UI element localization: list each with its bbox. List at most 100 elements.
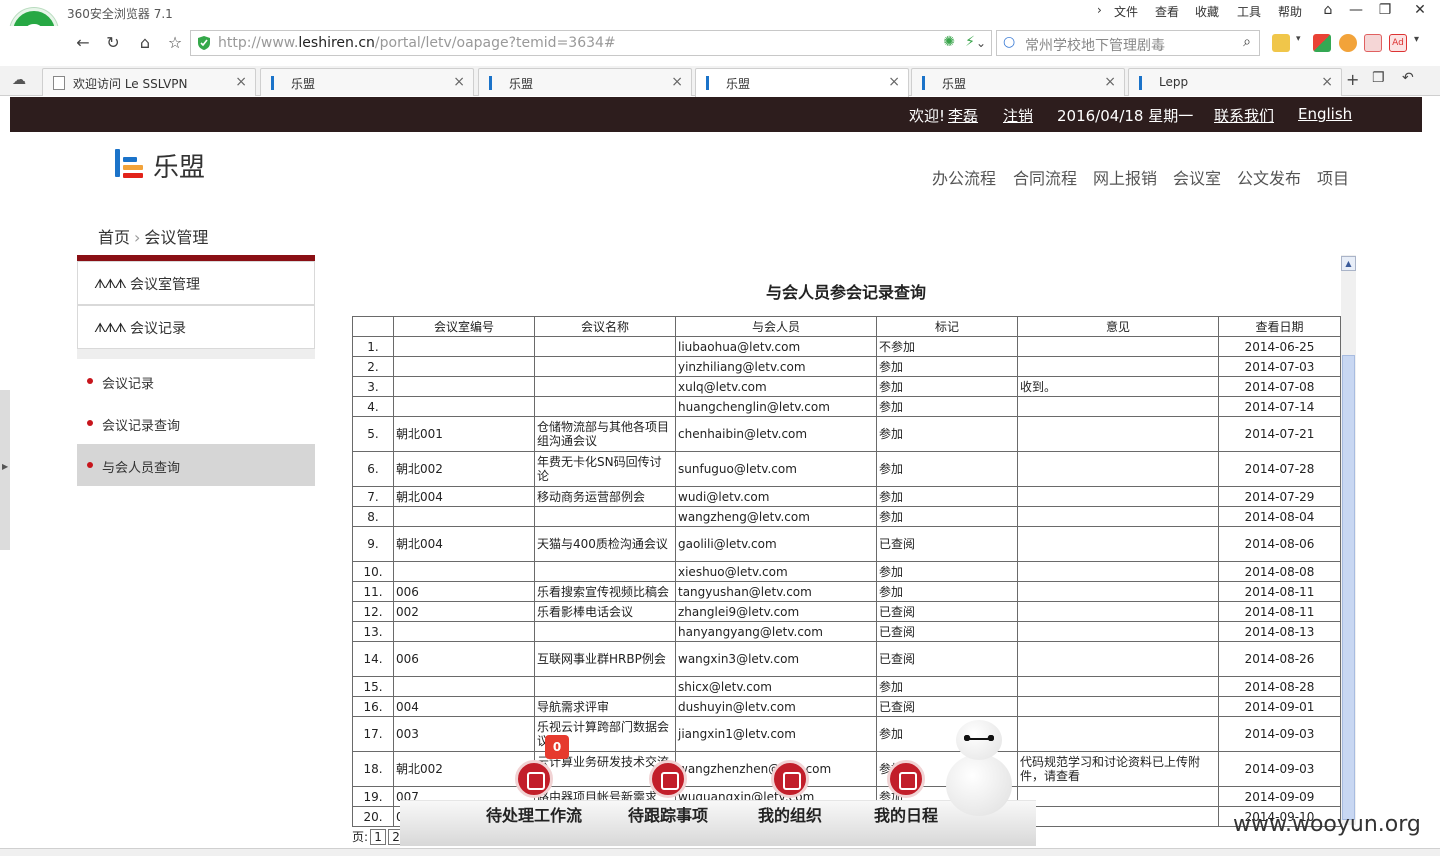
quick-access-label: 待处理工作流 — [485, 806, 582, 825]
mascot-robot[interactable] — [946, 720, 1012, 816]
tab-lemeng-2[interactable]: 乐盟 × — [478, 68, 692, 96]
cell-comment — [1017, 506, 1219, 527]
menu-favorites[interactable]: 收藏 — [1195, 3, 1219, 20]
cell-room-number — [393, 336, 535, 357]
user-link[interactable]: 李磊 — [948, 105, 978, 126]
search-input[interactable]: ○ 常州学校地下管理剧毒 ⌕ — [996, 30, 1260, 56]
cell-attendance-mark: 参加 — [876, 506, 1018, 527]
back-arrow-icon[interactable]: ← — [72, 32, 94, 54]
extension-target-icon[interactable] — [1364, 34, 1382, 52]
cell-view-date: 2014-09-03 — [1218, 751, 1341, 787]
cell-attendance-mark: 参加 — [876, 416, 1018, 452]
cell-attendee-email: xulq@letv.com — [675, 376, 877, 397]
menu-chevron-icon[interactable]: › — [1097, 3, 1102, 17]
content-scrollbar[interactable]: ▲ — [1341, 255, 1356, 825]
close-tab-icon[interactable]: × — [1104, 74, 1116, 90]
tab-list-icon[interactable]: ❐ — [1372, 70, 1385, 86]
nav-meeting-room[interactable]: 会议室 — [1173, 165, 1221, 189]
english-link[interactable]: English — [1298, 105, 1352, 123]
skin-icon[interactable]: ⌂ — [1313, 0, 1343, 22]
cell-row-index: 5. — [352, 416, 394, 452]
menu-tools[interactable]: 工具 — [1237, 3, 1261, 20]
cell-row-index: 10. — [352, 561, 394, 582]
sidebar-item-meeting-records[interactable]: 会议记录 — [77, 360, 315, 402]
refresh-icon[interactable]: ↻ — [102, 32, 124, 54]
contact-link[interactable]: 联系我们 — [1214, 105, 1274, 126]
cell-view-date: 2014-07-14 — [1218, 396, 1341, 417]
close-tab-icon[interactable]: × — [671, 74, 683, 90]
expand-arrow-icon: ▶ — [2, 462, 9, 471]
cell-view-date: 2014-08-13 — [1218, 621, 1341, 642]
home-icon[interactable]: ⌂ — [134, 32, 156, 54]
tracking-items-button[interactable]: 待跟踪事项 — [608, 760, 728, 830]
close-tab-icon[interactable]: × — [888, 74, 900, 90]
favorite-star-icon[interactable]: ☆ — [164, 32, 186, 54]
apps-grid-icon[interactable] — [1272, 34, 1290, 52]
sidebar-item-record-query[interactable]: 会议记录查询 — [77, 402, 315, 444]
cell-attendance-mark: 参加 — [876, 676, 1018, 697]
breadcrumb-home[interactable]: 首页 — [98, 228, 130, 247]
cell-row-index: 18. — [352, 751, 394, 787]
table-row: 14. 006 互联网事业群HRBP例会 wangxin3@letv.com 已查阅 20… — [352, 641, 1341, 677]
table-row: 8. wangzheng@letv.com 参加 2014-08-04 — [352, 506, 1341, 527]
tab-lemeng-active[interactable]: 乐盟 × — [695, 68, 909, 97]
sidebar-toggle[interactable]: ▶ — [0, 390, 10, 550]
tab-lepp[interactable]: Lepp × — [1128, 68, 1342, 96]
cloud-icon[interactable]: ☁ — [12, 72, 26, 88]
menu-file[interactable]: 文件 — [1114, 3, 1138, 20]
my-organization-button[interactable]: 我的组织 — [730, 760, 850, 830]
nav-documents[interactable]: 公文发布 — [1237, 165, 1301, 189]
cell-view-date: 2014-08-06 — [1218, 526, 1341, 562]
nav-office-flow[interactable]: 办公流程 — [932, 165, 996, 189]
browser-statusbar — [0, 848, 1440, 856]
page-1-link[interactable]: 1 — [370, 829, 387, 845]
cell-comment — [1017, 396, 1219, 417]
table-row: 11. 006 乐看搜索宣传视频比稿会 tangyushan@letv.com 参加 20… — [352, 581, 1341, 602]
maximize-icon[interactable]: ❐ — [1370, 0, 1400, 22]
sidebar-box-meeting-room-mgmt[interactable]: ᗑᗑᗑ 会议室管理 — [77, 261, 315, 305]
table-row: 1. liubaohua@letv.com 不参加 2014-06-25 — [352, 336, 1341, 357]
menu-view[interactable]: 查看 — [1155, 3, 1179, 20]
url-dropdown-icon[interactable]: ⌄ — [970, 32, 992, 54]
close-tab-icon[interactable]: × — [235, 74, 247, 90]
speedup-icon[interactable]: ✺ — [943, 34, 955, 50]
more-tools-icon[interactable]: ▾ — [1414, 34, 1432, 52]
table-row: 3. xulq@letv.com 参加 收到。 2014-07-08 — [352, 376, 1341, 397]
sidebar-item-attendee-query[interactable]: 与会人员查询 — [77, 444, 315, 486]
extension-colorful-icon[interactable] — [1313, 34, 1331, 52]
tab-sslvpn[interactable]: 欢迎访问 Le SSLVPN × — [42, 68, 256, 96]
menu-help[interactable]: 帮助 — [1278, 3, 1302, 20]
adblock-icon[interactable]: Ad — [1389, 34, 1407, 52]
nav-projects[interactable]: 项目 — [1317, 165, 1349, 189]
cell-room-number: 朝北004 — [393, 526, 535, 562]
url-input[interactable]: http://www.leshiren.cn/portal/letv/oapag… — [190, 30, 992, 56]
logout-link[interactable]: 注销 — [1003, 105, 1033, 126]
close-tab-icon[interactable]: × — [453, 74, 465, 90]
pending-workflow-button[interactable]: 待处理工作流 — [474, 760, 594, 830]
close-window-icon[interactable]: ✕ — [1405, 0, 1435, 22]
minimize-icon[interactable]: — — [1341, 0, 1371, 22]
new-tab-icon[interactable]: + — [1346, 70, 1359, 89]
tab-lemeng-4[interactable]: 乐盟 × — [911, 68, 1125, 96]
cell-meeting-name — [534, 336, 676, 357]
scroll-thumb[interactable] — [1342, 355, 1355, 820]
undo-close-icon[interactable]: ↶ — [1402, 70, 1414, 86]
tab-label: Lepp — [1159, 75, 1189, 89]
nav-reimbursement[interactable]: 网上报销 — [1093, 165, 1157, 189]
cell-meeting-name — [534, 561, 676, 582]
search-engine-icon[interactable]: ○ — [1003, 34, 1015, 50]
cell-comment — [1017, 356, 1219, 377]
close-tab-icon[interactable]: × — [1321, 74, 1333, 90]
cell-meeting-name — [534, 676, 676, 697]
cell-comment — [1017, 716, 1219, 752]
nav-contract-flow[interactable]: 合同流程 — [1013, 165, 1077, 189]
extension-face-icon[interactable] — [1339, 34, 1357, 52]
search-icon[interactable]: ⌕ — [1243, 34, 1251, 50]
cell-meeting-name: 乐看影棒电话会议 — [534, 601, 676, 622]
scroll-up-icon[interactable]: ▲ — [1341, 256, 1356, 271]
sidebar-box-meeting-records[interactable]: ᗑᗑᗑ 会议记录 — [77, 305, 315, 349]
cell-room-number — [393, 561, 535, 582]
logo-bar-blue — [123, 157, 137, 162]
tab-lemeng-1[interactable]: 乐盟 × — [260, 68, 474, 96]
apps-dropdown-icon[interactable]: ▾ — [1296, 34, 1314, 52]
